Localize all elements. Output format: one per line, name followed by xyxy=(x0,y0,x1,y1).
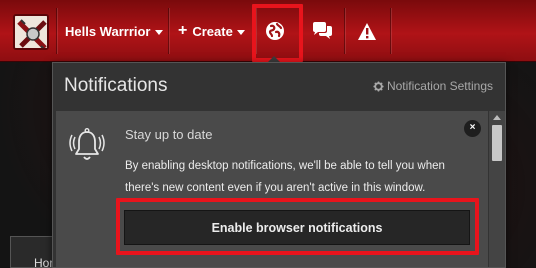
create-menu[interactable]: + Create xyxy=(178,0,245,62)
highlight-annotation xyxy=(116,198,479,255)
popover-header: Notifications Notification Settings xyxy=(53,63,505,109)
chevron-down-icon xyxy=(154,29,163,35)
avatar-image xyxy=(15,16,47,48)
notification-settings-link[interactable]: Notification Settings xyxy=(373,79,493,93)
nav-separator xyxy=(390,8,391,54)
chat-bubbles-icon xyxy=(313,22,332,39)
gear-icon xyxy=(373,80,384,92)
close-icon[interactable]: × xyxy=(464,120,481,137)
warning-icon xyxy=(358,22,376,40)
highlight-annotation xyxy=(252,4,303,62)
avatar[interactable] xyxy=(13,14,49,50)
breadcrumb-home-fragment: Hor xyxy=(34,256,54,268)
nav-separator xyxy=(168,8,169,54)
notice-title: Stay up to date xyxy=(125,127,213,142)
notification-settings-label: Notification Settings xyxy=(386,79,493,93)
user-menu-label: Hells Warrrior xyxy=(65,23,151,39)
chevron-down-icon xyxy=(236,29,245,35)
alerts-button[interactable] xyxy=(357,0,377,62)
scrollbar[interactable] xyxy=(489,111,505,267)
popover-title: Notifications xyxy=(64,75,168,96)
bell-icon xyxy=(69,128,105,160)
notice-text: By enabling desktop notifications, we'll… xyxy=(125,160,445,194)
conversations-button[interactable] xyxy=(311,0,333,62)
user-menu[interactable]: Hells Warrrior xyxy=(65,0,163,62)
create-menu-label: Create xyxy=(192,23,233,39)
nav-separator xyxy=(344,8,345,54)
plus-icon: + xyxy=(178,22,188,39)
scroll-thumb[interactable] xyxy=(492,125,502,161)
nav-separator xyxy=(56,8,57,54)
scroll-up-arrow-icon[interactable] xyxy=(493,115,501,120)
